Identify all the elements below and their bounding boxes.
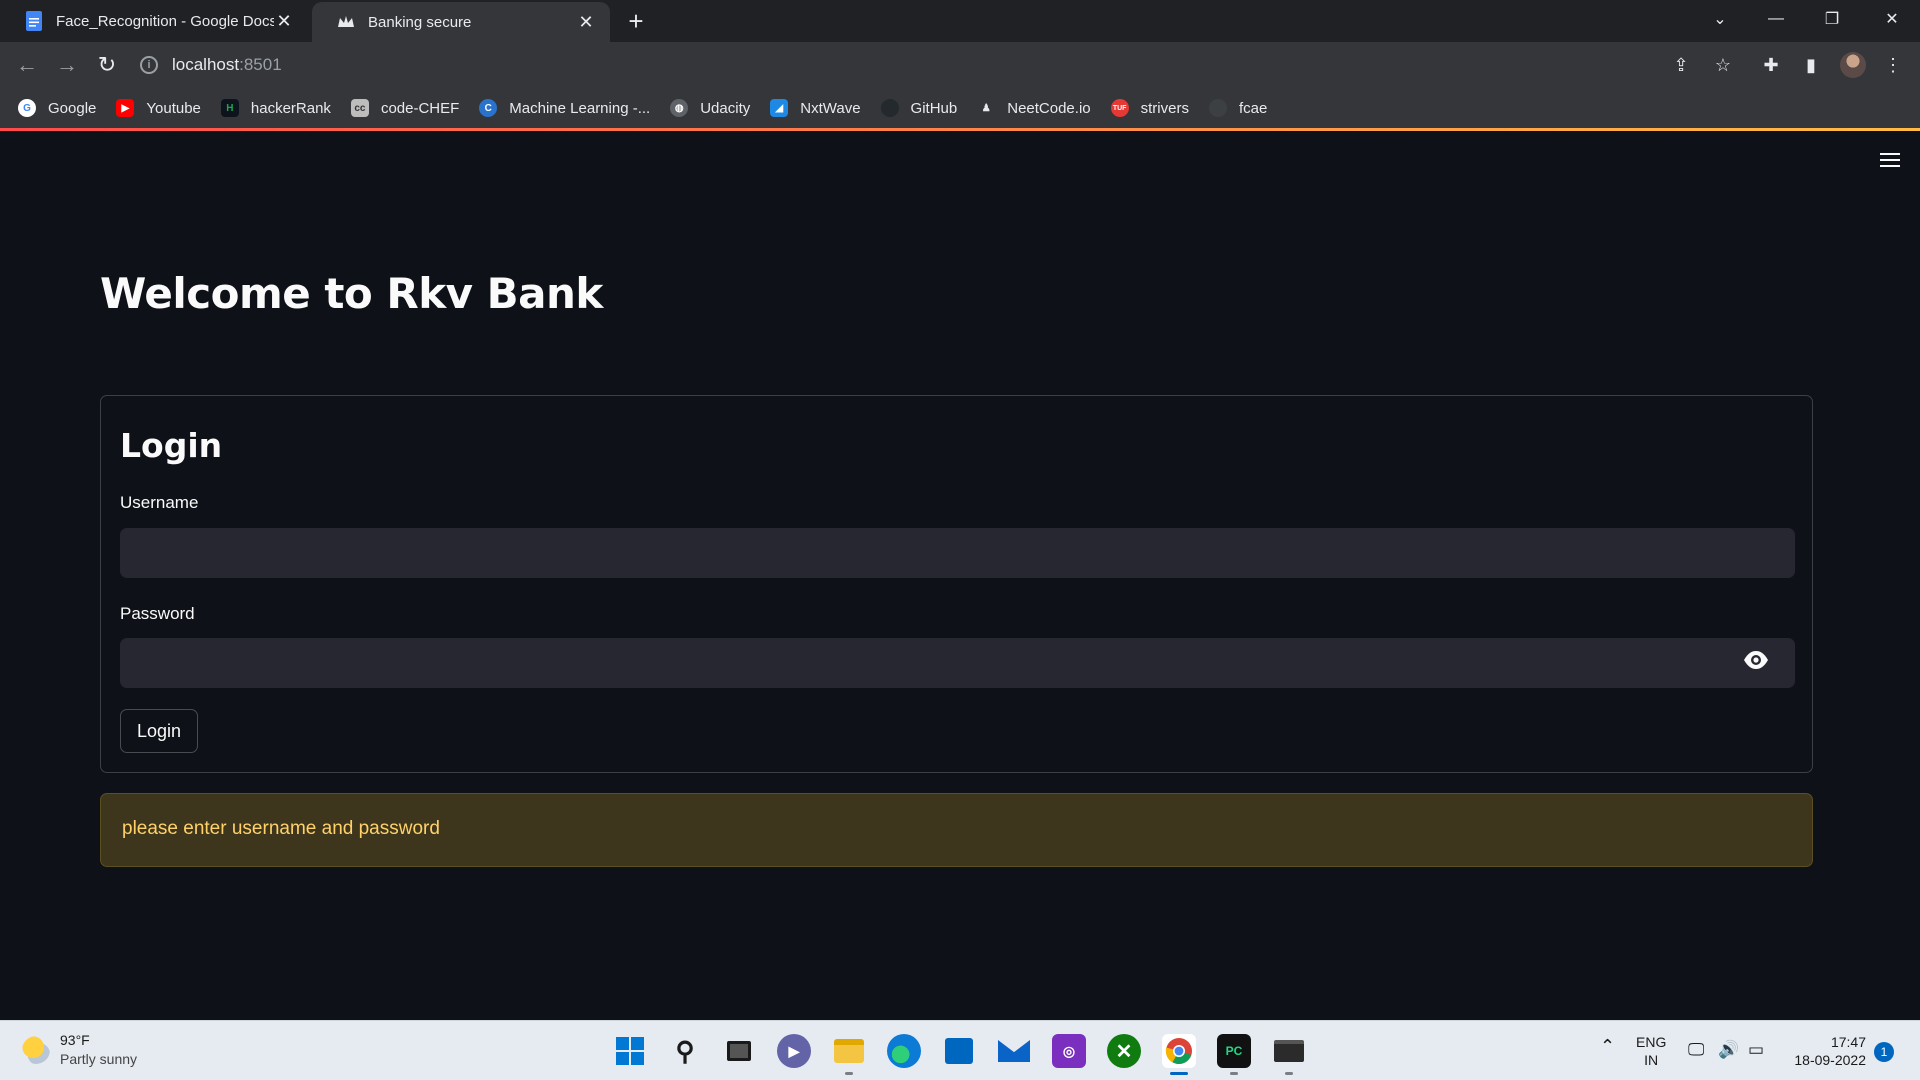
close-icon[interactable]: ✕ <box>274 11 294 32</box>
share-icon[interactable]: ⇪ <box>1668 52 1694 78</box>
window-close-button[interactable]: ✕ <box>1864 0 1920 38</box>
eye-icon[interactable] <box>1743 650 1769 670</box>
bookmark-machine-learning[interactable]: C Machine Learning -... <box>479 99 650 117</box>
instagram-icon[interactable]: ◎ <box>1052 1034 1086 1068</box>
back-arrow-icon[interactable]: ← <box>12 50 42 80</box>
active-indicator <box>1170 1072 1188 1075</box>
bookmark-fcae[interactable]: fcae <box>1208 99 1267 117</box>
address-bar: ← → ↻ i localhost:8501 ⇪ ☆ ✚ ▮ ⋮ <box>0 42 1920 88</box>
language-indicator[interactable]: ENG IN <box>1636 1033 1666 1069</box>
edge-icon[interactable] <box>887 1034 921 1068</box>
bookmark-strivers[interactable]: TUF strivers <box>1110 99 1189 117</box>
weather-desc: Partly sunny <box>60 1051 138 1067</box>
tuf-icon: TUF <box>1110 99 1129 117</box>
username-input[interactable] <box>120 528 1795 578</box>
streamlit-crown-icon <box>336 12 356 32</box>
running-indicator <box>1285 1072 1293 1075</box>
login-button[interactable]: Login <box>120 709 198 753</box>
username-label: Username <box>120 493 199 512</box>
hackerrank-icon: H <box>220 99 239 117</box>
battery-icon[interactable]: ▭ <box>1748 1041 1764 1059</box>
clock[interactable]: 17:47 18-09-2022 <box>1786 1033 1866 1069</box>
warning-message: please enter username and password <box>122 818 440 839</box>
google-icon: G <box>18 99 36 117</box>
bookmark-codechef[interactable]: cc code-CHEF <box>350 99 459 117</box>
windows-start-icon[interactable] <box>613 1034 647 1068</box>
bookmark-youtube[interactable]: ▶ Youtube <box>116 99 201 117</box>
url-field[interactable]: i localhost:8501 <box>140 48 1650 82</box>
teams-chat-icon[interactable]: ▶ <box>777 1034 811 1068</box>
tab-title: Face_Recognition - Google Docs <box>56 12 274 30</box>
terminal-icon[interactable] <box>1272 1034 1306 1068</box>
chrome-icon[interactable] <box>1162 1034 1196 1068</box>
codechef-icon: cc <box>350 99 369 117</box>
mail-icon[interactable] <box>997 1034 1031 1068</box>
app-main: Welcome to Rkv Bank Login Username Passw… <box>0 131 1920 1020</box>
bookmark-google[interactable]: G Google <box>18 99 96 117</box>
bookmarks-bar: G Google ▶ Youtube HhackerRank cc code-CHEF… <box>0 88 1920 128</box>
bookmark-hackerrank[interactable]: HhackerRank <box>220 99 331 117</box>
chevron-up-icon[interactable]: ⌃ <box>1600 1037 1615 1055</box>
volume-icon[interactable]: 🔊 <box>1718 1041 1739 1059</box>
url-port: :8501 <box>239 55 282 74</box>
network-icon[interactable]: 🖵 <box>1688 1041 1704 1059</box>
notification-badge[interactable]: 1 <box>1874 1042 1894 1062</box>
form-title: Login <box>120 426 223 465</box>
bookmark-star-icon[interactable]: ☆ <box>1710 52 1736 78</box>
bookmark-neetcode[interactable]: ♟ NeetCode.io <box>977 99 1091 117</box>
page-title: Welcome to Rkv Bank <box>100 269 603 318</box>
neetcode-icon: ♟ <box>981 102 991 114</box>
search-icon[interactable]: ⚲ <box>668 1034 702 1068</box>
forward-arrow-icon[interactable]: → <box>52 50 82 80</box>
globe-icon <box>1208 99 1227 117</box>
login-form: Login Username Password Login <box>100 395 1813 773</box>
taskbar: 93°F Partly sunny ⚲ ▶ ◎ ✕ PC ⌃ ENG IN 🖵 … <box>0 1020 1920 1080</box>
bookmark-nxtwave[interactable]: ◢ NxtWave <box>770 99 861 117</box>
tab-title: Banking secure <box>368 13 472 31</box>
bookmark-github[interactable]: GitHub <box>880 99 957 117</box>
coursera-icon: C <box>479 99 498 117</box>
password-input[interactable] <box>120 638 1795 688</box>
warning-alert: please enter username and password <box>100 793 1813 867</box>
avatar[interactable] <box>1840 52 1866 78</box>
minimize-button[interactable]: — <box>1748 0 1804 38</box>
weather-temp: 93°F <box>60 1032 90 1048</box>
running-indicator <box>1230 1072 1238 1075</box>
tab-search-icon[interactable]: ⌄ <box>1692 0 1748 38</box>
hamburger-menu-icon[interactable] <box>1880 153 1900 169</box>
partly-sunny-icon <box>22 1036 50 1064</box>
xbox-icon[interactable]: ✕ <box>1107 1034 1141 1068</box>
password-label: Password <box>120 604 195 623</box>
url-host: localhost <box>172 55 240 74</box>
weather-widget[interactable]: 93°F Partly sunny <box>22 1031 137 1069</box>
task-view-icon[interactable] <box>722 1034 756 1068</box>
reload-icon[interactable]: ↻ <box>92 50 122 80</box>
side-panel-icon[interactable]: ▮ <box>1798 52 1824 78</box>
tab-strip: Face_Recognition - Google Docs ✕ Banking… <box>0 0 1920 42</box>
file-explorer-icon[interactable] <box>832 1034 866 1068</box>
new-tab-button[interactable]: + <box>622 8 650 36</box>
pycharm-icon[interactable]: PC <box>1217 1034 1251 1068</box>
tab-banking-secure[interactable]: Banking secure ✕ <box>312 2 610 42</box>
youtube-icon: ▶ <box>116 99 135 117</box>
globe-icon: ◍ <box>670 99 689 117</box>
info-icon[interactable]: i <box>140 56 158 74</box>
nxtwave-icon: ◢ <box>770 99 789 117</box>
close-icon[interactable]: ✕ <box>576 12 596 33</box>
google-docs-icon <box>24 11 44 31</box>
bookmark-udacity[interactable]: ◍ Udacity <box>670 99 750 117</box>
more-menu-icon[interactable]: ⋮ <box>1880 52 1906 78</box>
tab-google-docs[interactable]: Face_Recognition - Google Docs ✕ <box>0 0 308 42</box>
restore-button[interactable]: ❐ <box>1804 0 1860 38</box>
microsoft-store-icon[interactable] <box>942 1034 976 1068</box>
extensions-icon[interactable]: ✚ <box>1758 52 1784 78</box>
github-icon <box>880 99 899 117</box>
running-indicator <box>845 1072 853 1075</box>
